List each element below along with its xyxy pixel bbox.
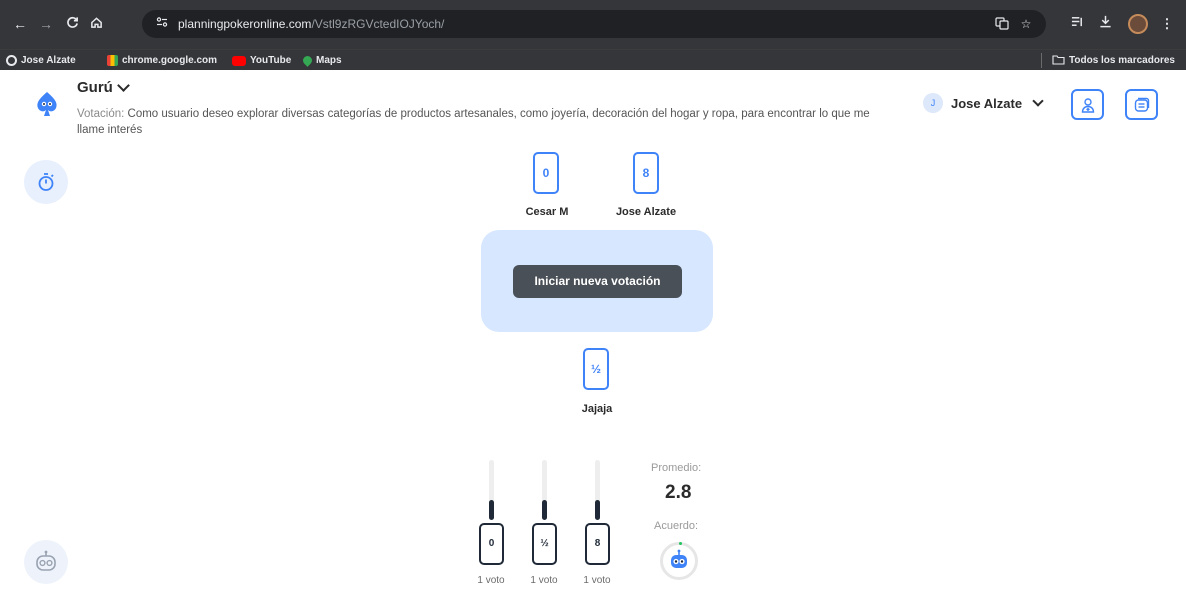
player-name: Cesar M bbox=[525, 206, 569, 218]
bot-assistant-button[interactable] bbox=[24, 540, 68, 584]
average-value: 2.8 bbox=[665, 482, 692, 503]
chrome-webstore-icon bbox=[107, 55, 118, 66]
more-menu-icon[interactable]: ⋮ bbox=[1157, 14, 1177, 34]
url-text: planningpokeronline.com/Vstl9zRGVctedIOJ… bbox=[178, 17, 445, 31]
vote-bar bbox=[542, 460, 547, 520]
reading-list-icon[interactable] bbox=[1067, 14, 1087, 34]
maps-icon bbox=[301, 54, 314, 67]
room-name: Gurú bbox=[77, 79, 113, 96]
poker-table: Iniciar nueva votación bbox=[481, 230, 713, 332]
vote-bar-fill bbox=[595, 500, 600, 520]
bookmark-label: chrome.google.com bbox=[122, 55, 218, 66]
bookmark-star-icon[interactable]: ☆ bbox=[1018, 16, 1034, 32]
chevron-down-icon bbox=[1032, 95, 1044, 107]
app-logo-icon[interactable] bbox=[33, 90, 61, 118]
browser-toolbar: ← → planningpokeronline.com/Vstl9zRGVcte… bbox=[0, 0, 1186, 49]
player-name: Jose Alzate bbox=[615, 206, 677, 218]
folder-icon bbox=[1052, 54, 1065, 68]
result-card: ½ bbox=[532, 523, 557, 565]
player-card: ½ bbox=[583, 348, 609, 390]
forward-icon[interactable]: → bbox=[36, 14, 56, 34]
vote-bar-fill bbox=[489, 500, 494, 520]
download-icon[interactable] bbox=[1095, 14, 1115, 34]
reload-icon[interactable] bbox=[62, 14, 82, 34]
agreement-indicator bbox=[660, 542, 698, 580]
bookmark-label: Jose Alzate bbox=[21, 55, 76, 66]
bookmark-item[interactable]: chrome.google.com bbox=[107, 53, 217, 68]
timer-button[interactable] bbox=[24, 160, 68, 204]
robot-icon bbox=[36, 550, 56, 571]
player-card: 8 bbox=[633, 152, 659, 194]
agreement-label: Acuerdo: bbox=[654, 520, 699, 532]
site-settings-icon[interactable] bbox=[154, 16, 170, 32]
cards-list-icon bbox=[1134, 97, 1150, 112]
globe-icon bbox=[6, 55, 17, 66]
room-name-dropdown[interactable]: Gurú bbox=[77, 79, 130, 96]
bookmarks-divider bbox=[1041, 53, 1042, 68]
all-bookmarks-button[interactable]: Todos los marcadores bbox=[1052, 53, 1175, 68]
chevron-down-icon bbox=[116, 79, 130, 92]
back-icon[interactable]: ← bbox=[10, 14, 30, 34]
vote-bar bbox=[489, 460, 494, 520]
vote-bar bbox=[595, 460, 600, 520]
user-name: Jose Alzate bbox=[951, 95, 1023, 111]
agreement-progress bbox=[679, 542, 682, 545]
youtube-icon bbox=[232, 55, 246, 66]
bookmark-item[interactable]: Jose Alzate bbox=[6, 53, 76, 68]
bookmark-item[interactable]: YouTube bbox=[232, 53, 291, 68]
story-label: Votación: bbox=[77, 108, 125, 120]
result-votes: 1 voto bbox=[530, 575, 558, 586]
result-card: 8 bbox=[585, 523, 610, 565]
stopwatch-icon bbox=[38, 173, 54, 191]
invite-players-button[interactable] bbox=[1071, 89, 1104, 120]
vote-bar-fill bbox=[542, 500, 547, 520]
result-votes: 1 voto bbox=[477, 575, 505, 586]
all-bookmarks-label: Todos los marcadores bbox=[1069, 55, 1175, 66]
result-card: 0 bbox=[479, 523, 504, 565]
address-bar[interactable]: planningpokeronline.com/Vstl9zRGVctedIOJ… bbox=[142, 10, 1046, 38]
player-card: 0 bbox=[533, 152, 559, 194]
issues-panel-button[interactable] bbox=[1125, 89, 1158, 120]
bookmark-label: YouTube bbox=[250, 55, 292, 66]
result-votes: 1 voto bbox=[583, 575, 611, 586]
home-icon[interactable] bbox=[86, 14, 106, 34]
robot-icon bbox=[671, 549, 687, 568]
start-new-vote-button[interactable]: Iniciar nueva votación bbox=[513, 265, 682, 298]
bookmark-label: Maps bbox=[316, 55, 342, 66]
bookmarks-bar: Jose Alzate chrome.google.com YouTube Ma… bbox=[0, 49, 1186, 70]
user-menu[interactable]: J Jose Alzate bbox=[923, 93, 1044, 113]
translate-icon[interactable] bbox=[994, 16, 1010, 32]
user-avatar: J bbox=[923, 93, 943, 113]
bookmark-item[interactable]: Maps bbox=[301, 53, 342, 68]
story-text: Como usuario deseo explorar diversas cat… bbox=[77, 108, 870, 134]
add-user-icon bbox=[1081, 98, 1095, 113]
profile-avatar[interactable] bbox=[1128, 14, 1148, 34]
story-description: Votación: Como usuario deseo explorar di… bbox=[77, 106, 897, 134]
player-name: Jajaja bbox=[581, 403, 613, 415]
average-label: Promedio: bbox=[651, 462, 702, 474]
